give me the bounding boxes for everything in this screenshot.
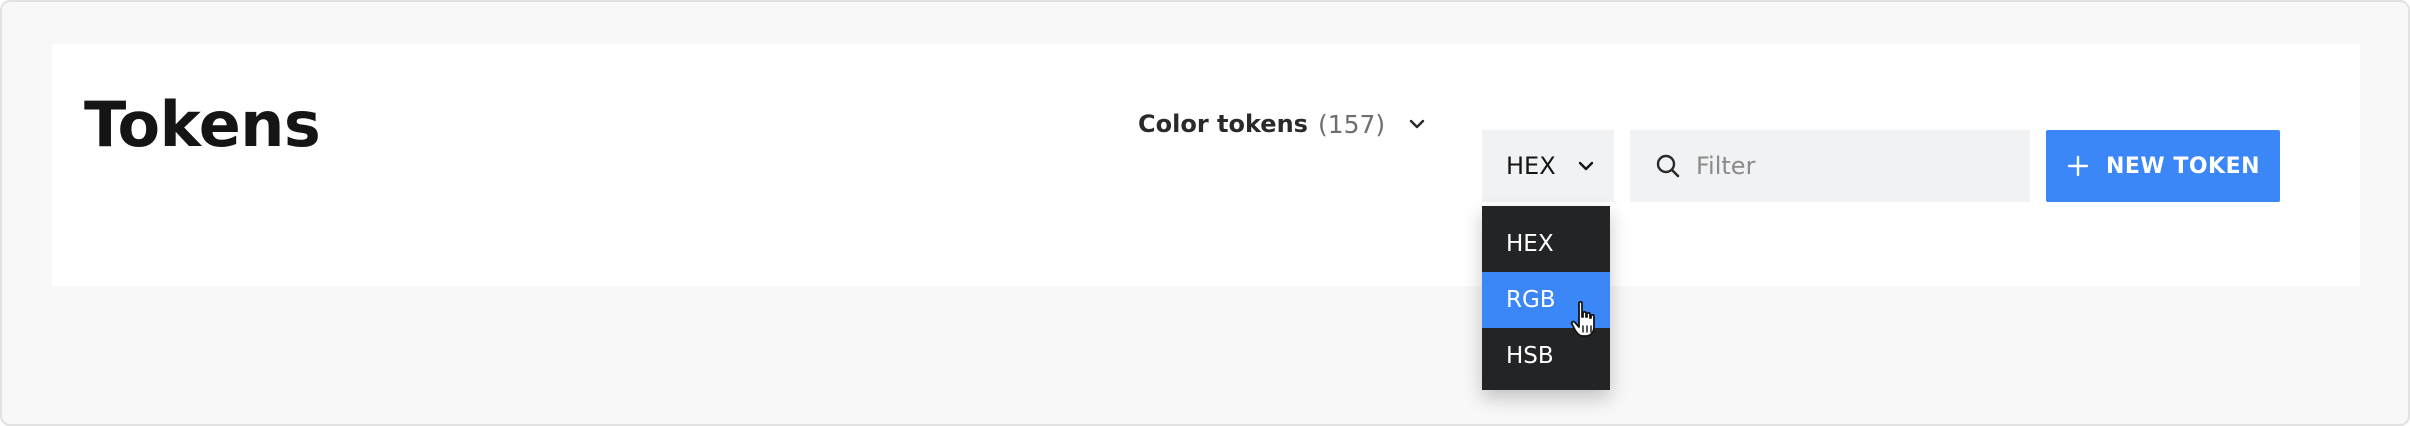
token-type-label: Color tokens [1138,110,1308,138]
plus-icon [2066,154,2090,178]
menu-item-hsb[interactable]: HSB [1482,328,1610,384]
color-format-value: HEX [1506,152,1556,180]
new-token-button[interactable]: NEW TOKEN [2046,130,2280,202]
new-token-label: NEW TOKEN [2105,153,2261,179]
token-count: (157) [1317,109,1386,139]
page-title: Tokens [84,88,321,161]
chevron-down-icon [1407,114,1427,134]
color-format-menu: HEX RGB HSB [1482,206,1610,390]
menu-item-rgb[interactable]: RGB [1482,272,1610,328]
chevron-down-icon [1576,156,1596,176]
filter-input[interactable] [1696,146,1996,186]
search-icon [1654,152,1682,180]
app-frame: Tokens Color tokens (157) HEX Filter NEW… [0,0,2410,426]
token-type-selector[interactable]: Color tokens (157) [1138,100,1427,148]
filter-field[interactable] [1630,130,2030,202]
menu-item-hex[interactable]: HEX [1482,216,1610,272]
color-format-select[interactable]: HEX [1482,130,1614,202]
